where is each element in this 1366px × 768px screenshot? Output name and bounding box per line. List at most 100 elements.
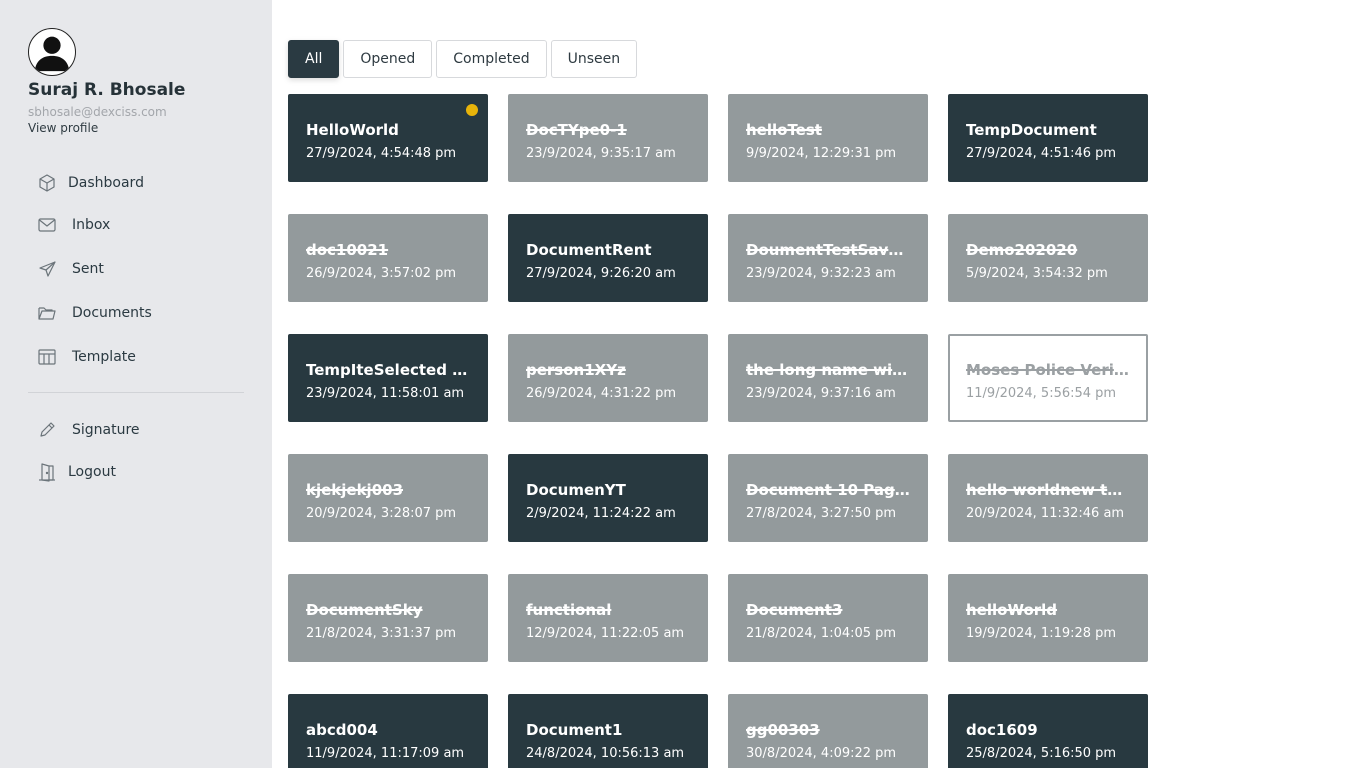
document-date: 27/8/2024, 3:27:50 pm	[746, 506, 897, 521]
sidebar-item-sent[interactable]: Sent	[36, 257, 104, 281]
document-card[interactable]: helloWorld 19/9/2024, 1:19:28 pm	[948, 574, 1148, 662]
document-title: Document3	[746, 601, 843, 619]
document-date: 26/9/2024, 4:31:22 pm	[526, 386, 677, 401]
sidebar-item-label: Documents	[72, 305, 152, 321]
document-date: 23/9/2024, 9:35:17 am	[526, 146, 676, 161]
document-card[interactable]: DocTYpe0-1 23/9/2024, 9:35:17 am	[508, 94, 708, 182]
document-title: Document1	[526, 721, 623, 739]
document-card[interactable]: TempDocument 27/9/2024, 4:51:46 pm	[948, 94, 1148, 182]
sidebar-item-documents[interactable]: Documents	[36, 301, 152, 325]
document-date: 19/9/2024, 1:19:28 pm	[966, 626, 1117, 641]
document-title: Moses Police Verifi...	[966, 361, 1130, 379]
sidebar-item-template[interactable]: Template	[36, 345, 136, 369]
document-date: 5/9/2024, 3:54:32 pm	[966, 266, 1108, 281]
document-date: 2/9/2024, 11:24:22 am	[526, 506, 676, 521]
document-title: DoumentTestSave...	[746, 241, 910, 259]
document-title: helloTest	[746, 121, 822, 139]
document-title: DocTYpe0-1	[526, 121, 627, 139]
document-date: 27/9/2024, 4:51:46 pm	[966, 146, 1117, 161]
document-date: 23/9/2024, 11:58:01 am	[306, 386, 465, 401]
sidebar: Suraj R. Bhosale sbhosale@dexciss.com Vi…	[0, 0, 272, 768]
document-card[interactable]: helloTest 9/9/2024, 12:29:31 pm	[728, 94, 928, 182]
sidebar-item-inbox[interactable]: Inbox	[36, 213, 110, 237]
document-title: Document 10 Pages	[746, 481, 910, 499]
document-card[interactable]: functional 12/9/2024, 11:22:05 am	[508, 574, 708, 662]
user-name: Suraj R. Bhosale	[28, 80, 186, 100]
document-card[interactable]: doc1609 25/8/2024, 5:16:50 pm	[948, 694, 1148, 768]
document-card[interactable]: DocumentRent 27/9/2024, 9:26:20 am	[508, 214, 708, 302]
pen-icon	[36, 419, 58, 441]
document-title: DocumentRent	[526, 241, 652, 259]
document-date: 9/9/2024, 12:29:31 pm	[746, 146, 897, 161]
document-date: 21/8/2024, 3:31:37 pm	[306, 626, 457, 641]
sidebar-item-dashboard[interactable]: Dashboard	[36, 171, 144, 195]
document-card[interactable]: DocumentSky 21/8/2024, 3:31:37 pm	[288, 574, 488, 662]
document-card[interactable]: TempIteSelected Doc 23/9/2024, 11:58:01 a…	[288, 334, 488, 422]
document-card[interactable]: the long name with... 23/9/2024, 9:37:16 …	[728, 334, 928, 422]
document-title: kjekjekj003	[306, 481, 404, 499]
document-date: 20/9/2024, 3:28:07 pm	[306, 506, 457, 521]
document-title: functional	[526, 601, 612, 619]
document-title: TempIteSelected Doc	[306, 361, 470, 379]
sidebar-item-label: Signature	[72, 422, 140, 438]
document-date: 27/9/2024, 9:26:20 am	[526, 266, 676, 281]
document-title: Demo202020	[966, 241, 1078, 259]
document-date: 25/8/2024, 5:16:50 pm	[966, 746, 1117, 761]
document-title: doc1609	[966, 721, 1038, 739]
document-card[interactable]: gg00303 30/8/2024, 4:09:22 pm	[728, 694, 928, 768]
document-card[interactable]: Moses Police Verifi... 11/9/2024, 5:56:54…	[948, 334, 1148, 422]
sidebar-item-label: Sent	[72, 261, 104, 277]
document-title: person1XYz	[526, 361, 626, 379]
document-title: abcd004	[306, 721, 378, 739]
sidebar-item-label: Logout	[68, 464, 116, 480]
sidebar-item-label: Inbox	[72, 217, 111, 233]
sidebar-item-label: Dashboard	[68, 175, 144, 191]
document-date: 11/9/2024, 5:56:54 pm	[966, 386, 1117, 401]
document-date: 20/9/2024, 11:32:46 am	[966, 506, 1125, 521]
document-date: 21/8/2024, 1:04:05 pm	[746, 626, 897, 641]
document-date: 24/8/2024, 10:56:13 am	[526, 746, 685, 761]
document-title: doc10021	[306, 241, 389, 259]
document-title: DocumenYT	[526, 481, 626, 499]
tab-unseen[interactable]: Unseen	[550, 40, 638, 78]
document-title: the long name with...	[746, 361, 910, 379]
document-card[interactable]: Document 10 Pages 27/8/2024, 3:27:50 pm	[728, 454, 928, 542]
document-card[interactable]: kjekjekj003 20/9/2024, 3:28:07 pm	[288, 454, 488, 542]
document-date: 12/9/2024, 11:22:05 am	[526, 626, 685, 641]
document-card[interactable]: Document3 21/8/2024, 1:04:05 pm	[728, 574, 928, 662]
sidebar-item-logout[interactable]: Logout	[36, 460, 116, 484]
document-title: HelloWorld	[306, 121, 399, 139]
sidebar-item-label: Template	[72, 349, 136, 365]
document-card[interactable]: Demo202020 5/9/2024, 3:54:32 pm	[948, 214, 1148, 302]
user-email: sbhosale@dexciss.com	[28, 105, 167, 119]
document-date: 11/9/2024, 11:17:09 am	[306, 746, 465, 761]
avatar[interactable]	[28, 28, 76, 76]
document-title: gg00303	[746, 721, 820, 739]
document-card[interactable]: hello worldnew text 20/9/2024, 11:32:46 a…	[948, 454, 1148, 542]
paper-plane-icon	[36, 258, 58, 280]
sidebar-item-signature[interactable]: Signature	[36, 418, 140, 442]
tab-opened[interactable]: Opened	[343, 40, 433, 78]
document-title: helloWorld	[966, 601, 1058, 619]
document-title: DocumentSky	[306, 601, 423, 619]
cube-icon	[36, 172, 58, 194]
document-card[interactable]: person1XYz 26/9/2024, 4:31:22 pm	[508, 334, 708, 422]
document-date: 27/9/2024, 4:54:48 pm	[306, 146, 457, 161]
tab-all[interactable]: All	[288, 40, 340, 78]
document-card[interactable]: Document1 24/8/2024, 10:56:13 am	[508, 694, 708, 768]
document-title: hello worldnew text	[966, 481, 1130, 499]
document-date: 26/9/2024, 3:57:02 pm	[306, 266, 457, 281]
filter-tabs: All Opened Completed Unseen	[288, 40, 641, 78]
document-card[interactable]: abcd004 11/9/2024, 11:17:09 am	[288, 694, 488, 768]
user-silhouette-icon	[34, 36, 70, 72]
document-card[interactable]: HelloWorld 27/9/2024, 4:54:48 pm	[288, 94, 488, 182]
document-date: 30/8/2024, 4:09:22 pm	[746, 746, 897, 761]
tab-completed[interactable]: Completed	[436, 40, 547, 78]
view-profile-link[interactable]: View profile	[28, 121, 98, 135]
sidebar-divider	[28, 392, 244, 393]
envelope-icon	[36, 214, 58, 236]
document-card[interactable]: DocumenYT 2/9/2024, 11:24:22 am	[508, 454, 708, 542]
unread-dot-icon	[466, 104, 478, 116]
document-card[interactable]: doc10021 26/9/2024, 3:57:02 pm	[288, 214, 488, 302]
document-card[interactable]: DoumentTestSave... 23/9/2024, 9:32:23 am	[728, 214, 928, 302]
